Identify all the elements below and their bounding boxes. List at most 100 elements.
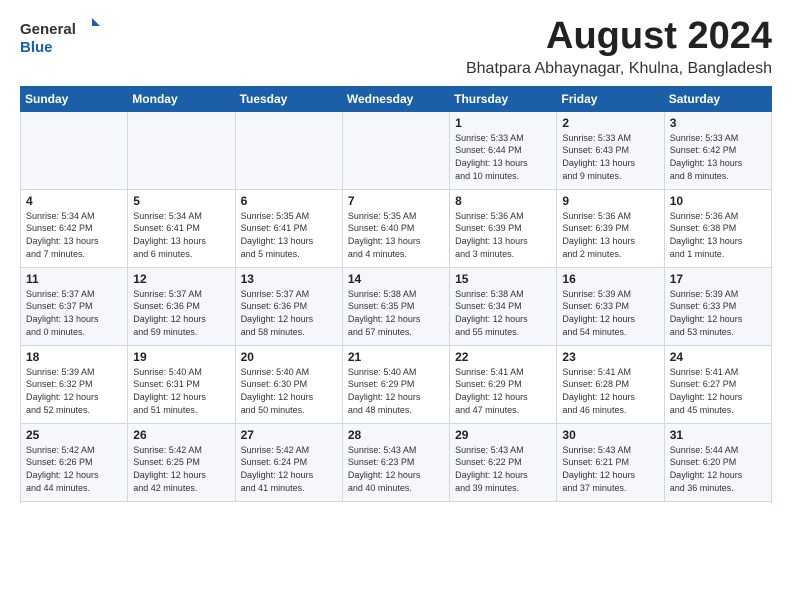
day-number: 20 bbox=[241, 350, 337, 364]
day-info: Sunrise: 5:43 AM Sunset: 6:22 PM Dayligh… bbox=[455, 444, 551, 494]
calendar-cell: 24 Sunrise: 5:41 AM Sunset: 6:27 PM Dayli… bbox=[664, 345, 771, 423]
day-number: 31 bbox=[670, 428, 766, 442]
svg-text:General: General bbox=[20, 21, 76, 38]
week-row-3: 11 Sunrise: 5:37 AM Sunset: 6:37 PM Dayli… bbox=[21, 267, 772, 345]
day-info: Sunrise: 5:33 AM Sunset: 6:44 PM Dayligh… bbox=[455, 132, 551, 182]
calendar-cell: 9 Sunrise: 5:36 AM Sunset: 6:39 PM Daylig… bbox=[557, 189, 664, 267]
day-info: Sunrise: 5:37 AM Sunset: 6:36 PM Dayligh… bbox=[241, 288, 337, 338]
calendar-cell: 21 Sunrise: 5:40 AM Sunset: 6:29 PM Dayli… bbox=[342, 345, 449, 423]
day-info: Sunrise: 5:40 AM Sunset: 6:31 PM Dayligh… bbox=[133, 366, 229, 416]
week-row-2: 4Sunrise: 5:34 AM Sunset: 6:42 PM Daylig… bbox=[21, 189, 772, 267]
day-number: 14 bbox=[348, 272, 444, 286]
day-number: 26 bbox=[133, 428, 229, 442]
day-info: Sunrise: 5:37 AM Sunset: 6:37 PM Dayligh… bbox=[26, 288, 122, 338]
calendar-cell bbox=[235, 111, 342, 189]
day-info: Sunrise: 5:39 AM Sunset: 6:33 PM Dayligh… bbox=[670, 288, 766, 338]
day-info: Sunrise: 5:37 AM Sunset: 6:36 PM Dayligh… bbox=[133, 288, 229, 338]
day-info: Sunrise: 5:33 AM Sunset: 6:43 PM Dayligh… bbox=[562, 132, 658, 182]
day-number: 12 bbox=[133, 272, 229, 286]
location-subtitle: Bhatpara Abhaynagar, Khulna, Bangladesh bbox=[466, 60, 772, 78]
day-info: Sunrise: 5:38 AM Sunset: 6:34 PM Dayligh… bbox=[455, 288, 551, 338]
calendar-cell: 3 Sunrise: 5:33 AM Sunset: 6:42 PM Daylig… bbox=[664, 111, 771, 189]
day-number: 10 bbox=[670, 194, 766, 208]
day-info: Sunrise: 5:36 AM Sunset: 6:38 PM Dayligh… bbox=[670, 210, 766, 260]
calendar-cell: 28 Sunrise: 5:43 AM Sunset: 6:23 PM Dayli… bbox=[342, 423, 449, 501]
calendar-cell bbox=[128, 111, 235, 189]
calendar-cell: 29Sunrise: 5:43 AM Sunset: 6:22 PM Dayli… bbox=[450, 423, 557, 501]
day-number: 7 bbox=[348, 194, 444, 208]
header-tuesday: Tuesday bbox=[235, 86, 342, 111]
calendar-cell bbox=[342, 111, 449, 189]
day-number: 21 bbox=[348, 350, 444, 364]
calendar-cell: 6Sunrise: 5:35 AM Sunset: 6:41 PM Daylig… bbox=[235, 189, 342, 267]
logo-text: General Blue bbox=[20, 16, 100, 63]
header-thursday: Thursday bbox=[450, 86, 557, 111]
day-info: Sunrise: 5:42 AM Sunset: 6:26 PM Dayligh… bbox=[26, 444, 122, 494]
day-info: Sunrise: 5:44 AM Sunset: 6:20 PM Dayligh… bbox=[670, 444, 766, 494]
calendar-cell: 15 Sunrise: 5:38 AM Sunset: 6:34 PM Dayli… bbox=[450, 267, 557, 345]
day-number: 25 bbox=[26, 428, 122, 442]
day-number: 1 bbox=[455, 116, 551, 130]
day-number: 23 bbox=[562, 350, 658, 364]
logo: General Blue bbox=[20, 16, 100, 63]
calendar-cell: 11 Sunrise: 5:37 AM Sunset: 6:37 PM Dayli… bbox=[21, 267, 128, 345]
title-block: August 2024 Bhatpara Abhaynagar, Khulna,… bbox=[466, 16, 772, 78]
day-number: 24 bbox=[670, 350, 766, 364]
day-info: Sunrise: 5:41 AM Sunset: 6:28 PM Dayligh… bbox=[562, 366, 658, 416]
calendar-cell: 2 Sunrise: 5:33 AM Sunset: 6:43 PM Daylig… bbox=[557, 111, 664, 189]
day-number: 15 bbox=[455, 272, 551, 286]
calendar-cell bbox=[21, 111, 128, 189]
day-info: Sunrise: 5:41 AM Sunset: 6:27 PM Dayligh… bbox=[670, 366, 766, 416]
calendar-cell: 17 Sunrise: 5:39 AM Sunset: 6:33 PM Dayli… bbox=[664, 267, 771, 345]
day-info: Sunrise: 5:41 AM Sunset: 6:29 PM Dayligh… bbox=[455, 366, 551, 416]
calendar-cell: 31 Sunrise: 5:44 AM Sunset: 6:20 PM Dayli… bbox=[664, 423, 771, 501]
week-row-4: 18Sunrise: 5:39 AM Sunset: 6:32 PM Dayli… bbox=[21, 345, 772, 423]
header-monday: Monday bbox=[128, 86, 235, 111]
day-number: 2 bbox=[562, 116, 658, 130]
day-number: 3 bbox=[670, 116, 766, 130]
header-wednesday: Wednesday bbox=[342, 86, 449, 111]
day-info: Sunrise: 5:33 AM Sunset: 6:42 PM Dayligh… bbox=[670, 132, 766, 182]
calendar-cell: 27Sunrise: 5:42 AM Sunset: 6:24 PM Dayli… bbox=[235, 423, 342, 501]
day-info: Sunrise: 5:40 AM Sunset: 6:30 PM Dayligh… bbox=[241, 366, 337, 416]
month-title: August 2024 bbox=[466, 16, 772, 58]
day-number: 16 bbox=[562, 272, 658, 286]
calendar-cell: 22Sunrise: 5:41 AM Sunset: 6:29 PM Dayli… bbox=[450, 345, 557, 423]
day-number: 30 bbox=[562, 428, 658, 442]
day-number: 8 bbox=[455, 194, 551, 208]
calendar-cell: 14 Sunrise: 5:38 AM Sunset: 6:35 PM Dayli… bbox=[342, 267, 449, 345]
calendar-cell: 26Sunrise: 5:42 AM Sunset: 6:25 PM Dayli… bbox=[128, 423, 235, 501]
day-number: 9 bbox=[562, 194, 658, 208]
day-info: Sunrise: 5:34 AM Sunset: 6:41 PM Dayligh… bbox=[133, 210, 229, 260]
header-saturday: Saturday bbox=[664, 86, 771, 111]
day-info: Sunrise: 5:36 AM Sunset: 6:39 PM Dayligh… bbox=[562, 210, 658, 260]
calendar-cell: 20 Sunrise: 5:40 AM Sunset: 6:30 PM Dayli… bbox=[235, 345, 342, 423]
day-info: Sunrise: 5:39 AM Sunset: 6:32 PM Dayligh… bbox=[26, 366, 122, 416]
calendar-cell: 5 Sunrise: 5:34 AM Sunset: 6:41 PM Daylig… bbox=[128, 189, 235, 267]
day-number: 17 bbox=[670, 272, 766, 286]
day-number: 11 bbox=[26, 272, 122, 286]
day-number: 6 bbox=[241, 194, 337, 208]
calendar-cell: 25 Sunrise: 5:42 AM Sunset: 6:26 PM Dayli… bbox=[21, 423, 128, 501]
header-friday: Friday bbox=[557, 86, 664, 111]
calendar-cell: 1 Sunrise: 5:33 AM Sunset: 6:44 PM Daylig… bbox=[450, 111, 557, 189]
calendar-cell: 18Sunrise: 5:39 AM Sunset: 6:32 PM Dayli… bbox=[21, 345, 128, 423]
week-row-1: 1 Sunrise: 5:33 AM Sunset: 6:44 PM Daylig… bbox=[21, 111, 772, 189]
calendar-cell: 13Sunrise: 5:37 AM Sunset: 6:36 PM Dayli… bbox=[235, 267, 342, 345]
day-number: 5 bbox=[133, 194, 229, 208]
day-info: Sunrise: 5:38 AM Sunset: 6:35 PM Dayligh… bbox=[348, 288, 444, 338]
svg-text:Blue: Blue bbox=[20, 39, 53, 56]
day-info: Sunrise: 5:40 AM Sunset: 6:29 PM Dayligh… bbox=[348, 366, 444, 416]
day-info: Sunrise: 5:43 AM Sunset: 6:21 PM Dayligh… bbox=[562, 444, 658, 494]
day-number: 4 bbox=[26, 194, 122, 208]
calendar-header-row: Sunday Monday Tuesday Wednesday Thursday… bbox=[21, 86, 772, 111]
calendar-cell: 30 Sunrise: 5:43 AM Sunset: 6:21 PM Dayli… bbox=[557, 423, 664, 501]
week-row-5: 25 Sunrise: 5:42 AM Sunset: 6:26 PM Dayli… bbox=[21, 423, 772, 501]
day-info: Sunrise: 5:35 AM Sunset: 6:40 PM Dayligh… bbox=[348, 210, 444, 260]
day-number: 28 bbox=[348, 428, 444, 442]
calendar-cell: 16 Sunrise: 5:39 AM Sunset: 6:33 PM Dayli… bbox=[557, 267, 664, 345]
day-info: Sunrise: 5:39 AM Sunset: 6:33 PM Dayligh… bbox=[562, 288, 658, 338]
day-info: Sunrise: 5:43 AM Sunset: 6:23 PM Dayligh… bbox=[348, 444, 444, 494]
calendar-cell: 12 Sunrise: 5:37 AM Sunset: 6:36 PM Dayli… bbox=[128, 267, 235, 345]
calendar-cell: 7 Sunrise: 5:35 AM Sunset: 6:40 PM Daylig… bbox=[342, 189, 449, 267]
